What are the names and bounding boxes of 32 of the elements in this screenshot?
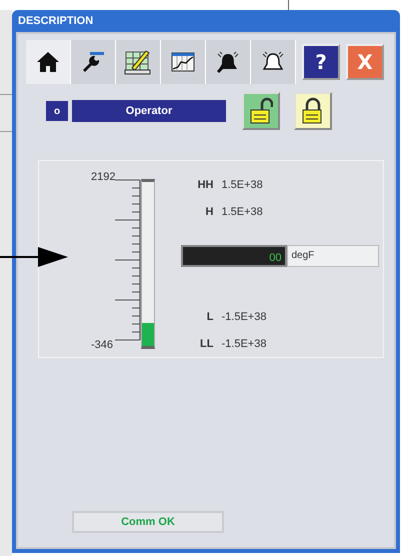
limit-label: H: [204, 206, 214, 218]
value-display: 00: [181, 245, 288, 267]
wrench-icon: [81, 50, 105, 74]
grid-pencil-icon: [124, 48, 152, 76]
operator-label: Operator: [72, 100, 226, 122]
pointer-arrow: [0, 245, 70, 269]
open-padlock-icon: [249, 97, 273, 125]
tab[interactable]: [26, 40, 71, 84]
limit-value: 1.5E+38: [221, 206, 263, 218]
limit-label: LL: [199, 338, 214, 350]
alarm-bell-icon: [215, 50, 241, 74]
scale-max-label: 2192: [91, 171, 116, 183]
trend-chart-icon: [170, 50, 196, 74]
limit-label: HH: [196, 178, 214, 190]
operator-code: o: [46, 101, 68, 121]
tab[interactable]: [251, 40, 296, 84]
limit-value: -1.5E+38: [221, 338, 266, 350]
lock-button[interactable]: [294, 92, 332, 130]
unit-field: degF: [287, 245, 380, 267]
limit-value: 1.5E+38: [221, 178, 263, 190]
tab[interactable]: [71, 40, 116, 84]
tab[interactable]: [206, 40, 251, 84]
limit-value: -1.5E+38: [221, 310, 266, 322]
tab[interactable]: [116, 40, 161, 84]
unlock-button[interactable]: [242, 92, 280, 130]
house-icon: [36, 50, 60, 74]
window-title: DESCRIPTION: [18, 15, 94, 27]
limit-label: L: [206, 310, 214, 322]
help-button[interactable]: ?: [302, 44, 340, 80]
status-field: Comm OK: [72, 511, 224, 533]
scale-min-label: -346: [91, 339, 114, 351]
tab[interactable]: [161, 40, 206, 84]
